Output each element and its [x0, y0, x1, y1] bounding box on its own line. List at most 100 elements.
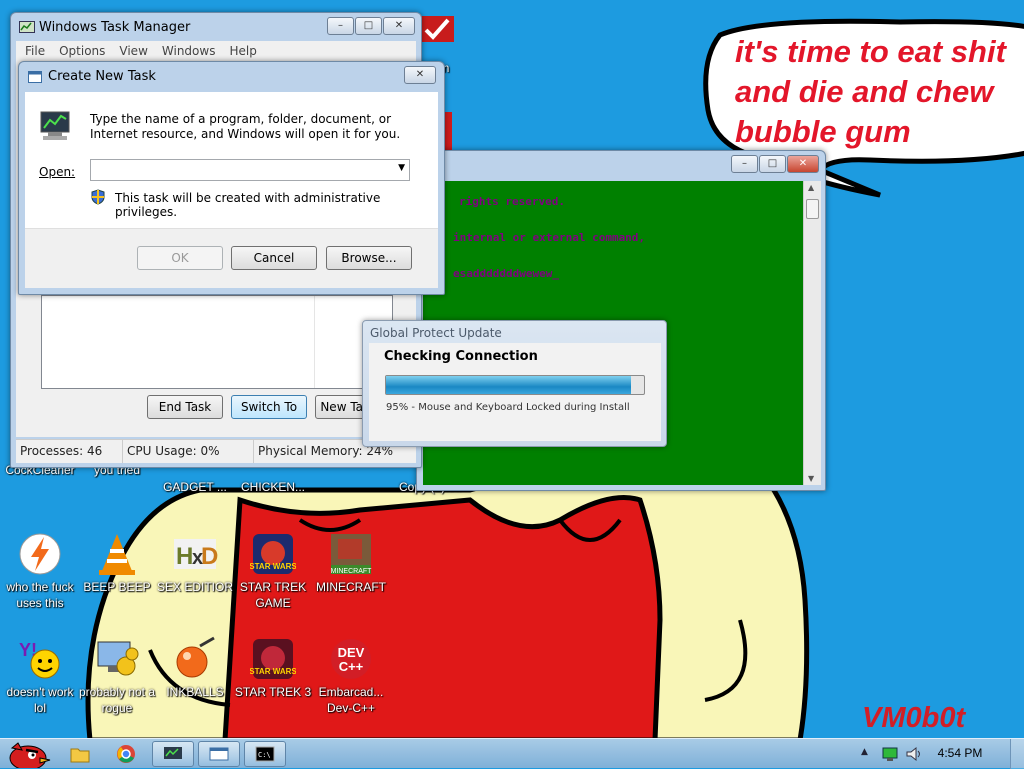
task-manager-icon — [40, 111, 70, 140]
desktop-icon-minecraft[interactable]: MINECRAFT MINECRAFT — [311, 531, 391, 595]
open-combobox[interactable]: ▼ — [90, 159, 410, 181]
desktop-icon-gadget[interactable]: GADGET ... — [155, 479, 235, 495]
console-line: rights reserved. — [459, 195, 565, 208]
desktop-icon-label: who the fuck uses this — [6, 580, 74, 610]
progress-status: 95% - Mouse and Keyboard Locked during I… — [386, 402, 630, 413]
maximize-button[interactable]: □ — [759, 155, 786, 173]
status-bar: Processes: 46 CPU Usage: 0% Physical Mem… — [16, 439, 416, 463]
scroll-thumb[interactable] — [806, 199, 819, 219]
desktop-icon-chicken[interactable]: CHICKEN... — [233, 479, 313, 495]
red-checkmark-icon — [420, 16, 454, 42]
admin-note: This task will be created with administr… — [115, 191, 381, 219]
desktop-icon-star-trek-3[interactable]: STAR WARS STAR TREK 3 — [233, 636, 313, 700]
open-label: Open: — [39, 165, 76, 179]
speaker-icon[interactable] — [905, 746, 923, 762]
angry-bird-start-icon — [9, 742, 51, 768]
task-manager-titlebar[interactable]: Windows Task Manager – □ ✕ — [11, 13, 421, 43]
cmd-taskbar-button[interactable]: C:\ — [244, 741, 286, 767]
desktop-icon-who-uses-this[interactable]: who the fuck uses this — [0, 531, 80, 611]
show-hidden-icons-button[interactable]: ▲ — [861, 747, 868, 757]
svg-text:C++: C++ — [339, 659, 364, 674]
taskbar-clock[interactable]: 4:54 PM — [930, 746, 990, 760]
browse-button[interactable]: Browse... — [326, 246, 412, 270]
desktop-icon-star-trek-game[interactable]: STAR WARS STAR TREK GAME — [233, 531, 313, 611]
menu-options[interactable]: Options — [59, 41, 105, 61]
menu-view[interactable]: View — [119, 41, 147, 61]
global-protect-window[interactable]: Global Protect Update Checking Connectio… — [362, 320, 667, 447]
close-button[interactable]: ✕ — [383, 17, 415, 35]
menu-windows[interactable]: Windows — [162, 41, 216, 61]
minimize-button[interactable]: – — [327, 17, 354, 35]
vlc-cone-icon — [94, 531, 140, 577]
inkball-icon — [172, 636, 218, 682]
desktop-icon-top-right[interactable] — [418, 12, 458, 52]
show-desktop-button[interactable] — [1010, 739, 1024, 769]
scroll-down-arrow-icon[interactable]: ▼ — [808, 474, 814, 483]
end-task-button[interactable]: End Task — [147, 395, 223, 419]
dialog-description: Type the name of a program, folder, docu… — [90, 112, 401, 141]
minimize-button[interactable]: – — [731, 155, 758, 173]
star-wars-icon: STAR WARS — [249, 531, 297, 577]
chrome-icon — [117, 745, 135, 763]
taskbar: C:\ ▲ 4:54 PM — [0, 738, 1024, 769]
applications-list[interactable] — [41, 295, 393, 389]
desktop-icon-doesnt-work[interactable]: Y! doesn't work lol — [0, 636, 80, 716]
ok-button[interactable]: OK — [137, 246, 223, 270]
uac-shield-icon — [91, 189, 105, 205]
artist-signature: VM0b0t — [862, 702, 966, 734]
cancel-button[interactable]: Cancel — [231, 246, 317, 270]
star-wars-icon: STAR WARS — [249, 636, 297, 682]
console-line: internal or external command, — [453, 231, 646, 244]
devcpp-icon: DEV C++ — [328, 636, 374, 682]
switch-to-button[interactable]: Switch To — [231, 395, 307, 419]
console-scrollbar[interactable]: ▲ ▼ — [803, 181, 821, 485]
chrome-taskbar-button[interactable] — [110, 741, 142, 767]
desktop-icon-beep-beep[interactable]: BEEP BEEP — [77, 531, 157, 595]
status-cpu: CPU Usage: 0% — [123, 440, 254, 463]
desktop-icon-label: Embarcad... Dev-C++ — [318, 685, 384, 715]
speech-bubble-text: it's time to eat shit and die and chew b… — [735, 34, 1006, 149]
popup-body: Checking Connection 95% - Mouse and Keyb… — [369, 343, 661, 441]
dialog-titlebar[interactable]: Create New Task ✕ — [19, 62, 444, 92]
desktop-icon-not-a-rogue[interactable]: probably not a rogue — [77, 636, 157, 716]
desktop-icon-label: MINECRAFT — [316, 580, 386, 594]
desktop-icon-label: BEEP BEEP — [83, 580, 151, 594]
menu-help[interactable]: Help — [229, 41, 256, 61]
scroll-up-arrow-icon[interactable]: ▲ — [808, 183, 814, 192]
status-processes: Processes: 46 — [16, 440, 123, 463]
run-dialog-icon — [209, 747, 229, 761]
desktop-icon-sex-editior[interactable]: HxD SEX EDITIOR — [155, 531, 235, 595]
svg-text:C:\: C:\ — [258, 751, 271, 759]
maximize-button[interactable]: □ — [355, 17, 382, 35]
task-manager-taskbar-button[interactable] — [152, 741, 194, 767]
desktop-icon-inkballs[interactable]: INKBALLS — [155, 636, 235, 700]
menu-bar: File Options View Windows Help — [16, 41, 416, 61]
console-titlebar[interactable]: – □ ✕ — [417, 151, 825, 181]
explorer-taskbar-button[interactable] — [64, 741, 96, 767]
close-button[interactable]: ✕ — [787, 155, 819, 173]
progress-fill — [386, 376, 632, 394]
svg-text:STAR WARS: STAR WARS — [250, 667, 296, 676]
svg-text:D: D — [201, 543, 218, 570]
desktop-icon-dev-cpp[interactable]: DEV C++ Embarcad... Dev-C++ — [311, 636, 391, 716]
progress-bar — [385, 375, 645, 395]
task-manager-icon — [164, 747, 182, 759]
task-manager-icon — [19, 21, 35, 33]
desktop-icon-label: INKBALLS — [166, 685, 224, 699]
network-icon[interactable] — [882, 746, 898, 762]
window-title: Windows Task Manager — [39, 20, 191, 35]
start-button[interactable] — [0, 741, 58, 768]
dialog-button-area: OK Cancel Browse... — [25, 228, 438, 288]
svg-text:H: H — [176, 543, 193, 570]
menu-file[interactable]: File — [25, 41, 45, 61]
lightning-icon — [17, 531, 63, 577]
explorer-folder-icon — [70, 748, 90, 763]
close-button[interactable]: ✕ — [404, 66, 436, 84]
minecraft-icon: MINECRAFT — [328, 531, 374, 577]
desktop-icon-label: probably not a rogue — [78, 685, 156, 715]
create-new-task-dialog[interactable]: Create New Task ✕ Type the name of a pro… — [18, 61, 445, 295]
run-taskbar-button[interactable] — [198, 741, 240, 767]
desktop-icon-label: doesn't work lol — [6, 685, 74, 715]
svg-text:DEV: DEV — [338, 645, 365, 660]
chevron-down-icon[interactable]: ▼ — [398, 163, 405, 173]
